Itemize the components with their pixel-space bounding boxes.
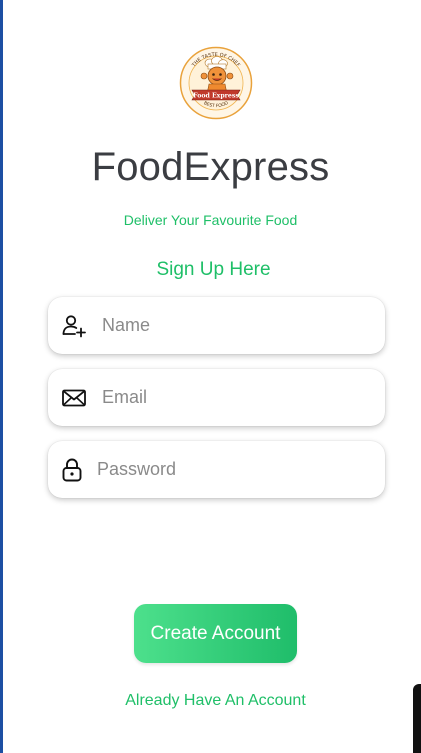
logo-banner-text: Food Express bbox=[193, 93, 239, 100]
signup-heading: Sign Up Here bbox=[156, 259, 271, 280]
app-title: FoodExpress bbox=[91, 145, 330, 189]
name-field[interactable] bbox=[48, 297, 385, 354]
create-account-button[interactable]: Create Account bbox=[134, 604, 297, 663]
app-logo: THE TASTE OF CHEF BEST FOOD Food Express bbox=[179, 46, 253, 120]
password-input[interactable] bbox=[97, 441, 373, 498]
left-edge-bar bbox=[0, 0, 3, 753]
email-input[interactable] bbox=[102, 369, 373, 426]
chef-logo-icon: THE TASTE OF CHEF BEST FOOD Food Express bbox=[179, 46, 253, 120]
add-user-icon bbox=[61, 313, 87, 339]
envelope-icon bbox=[61, 385, 87, 411]
login-link[interactable]: Already Have An Account bbox=[0, 691, 421, 711]
corner-overlay-edge bbox=[413, 684, 421, 753]
lock-icon bbox=[59, 457, 85, 483]
email-field[interactable] bbox=[48, 369, 385, 426]
name-input[interactable] bbox=[102, 297, 373, 354]
app-tagline: Deliver Your Favourite Food bbox=[123, 212, 298, 228]
password-field[interactable] bbox=[48, 441, 385, 498]
